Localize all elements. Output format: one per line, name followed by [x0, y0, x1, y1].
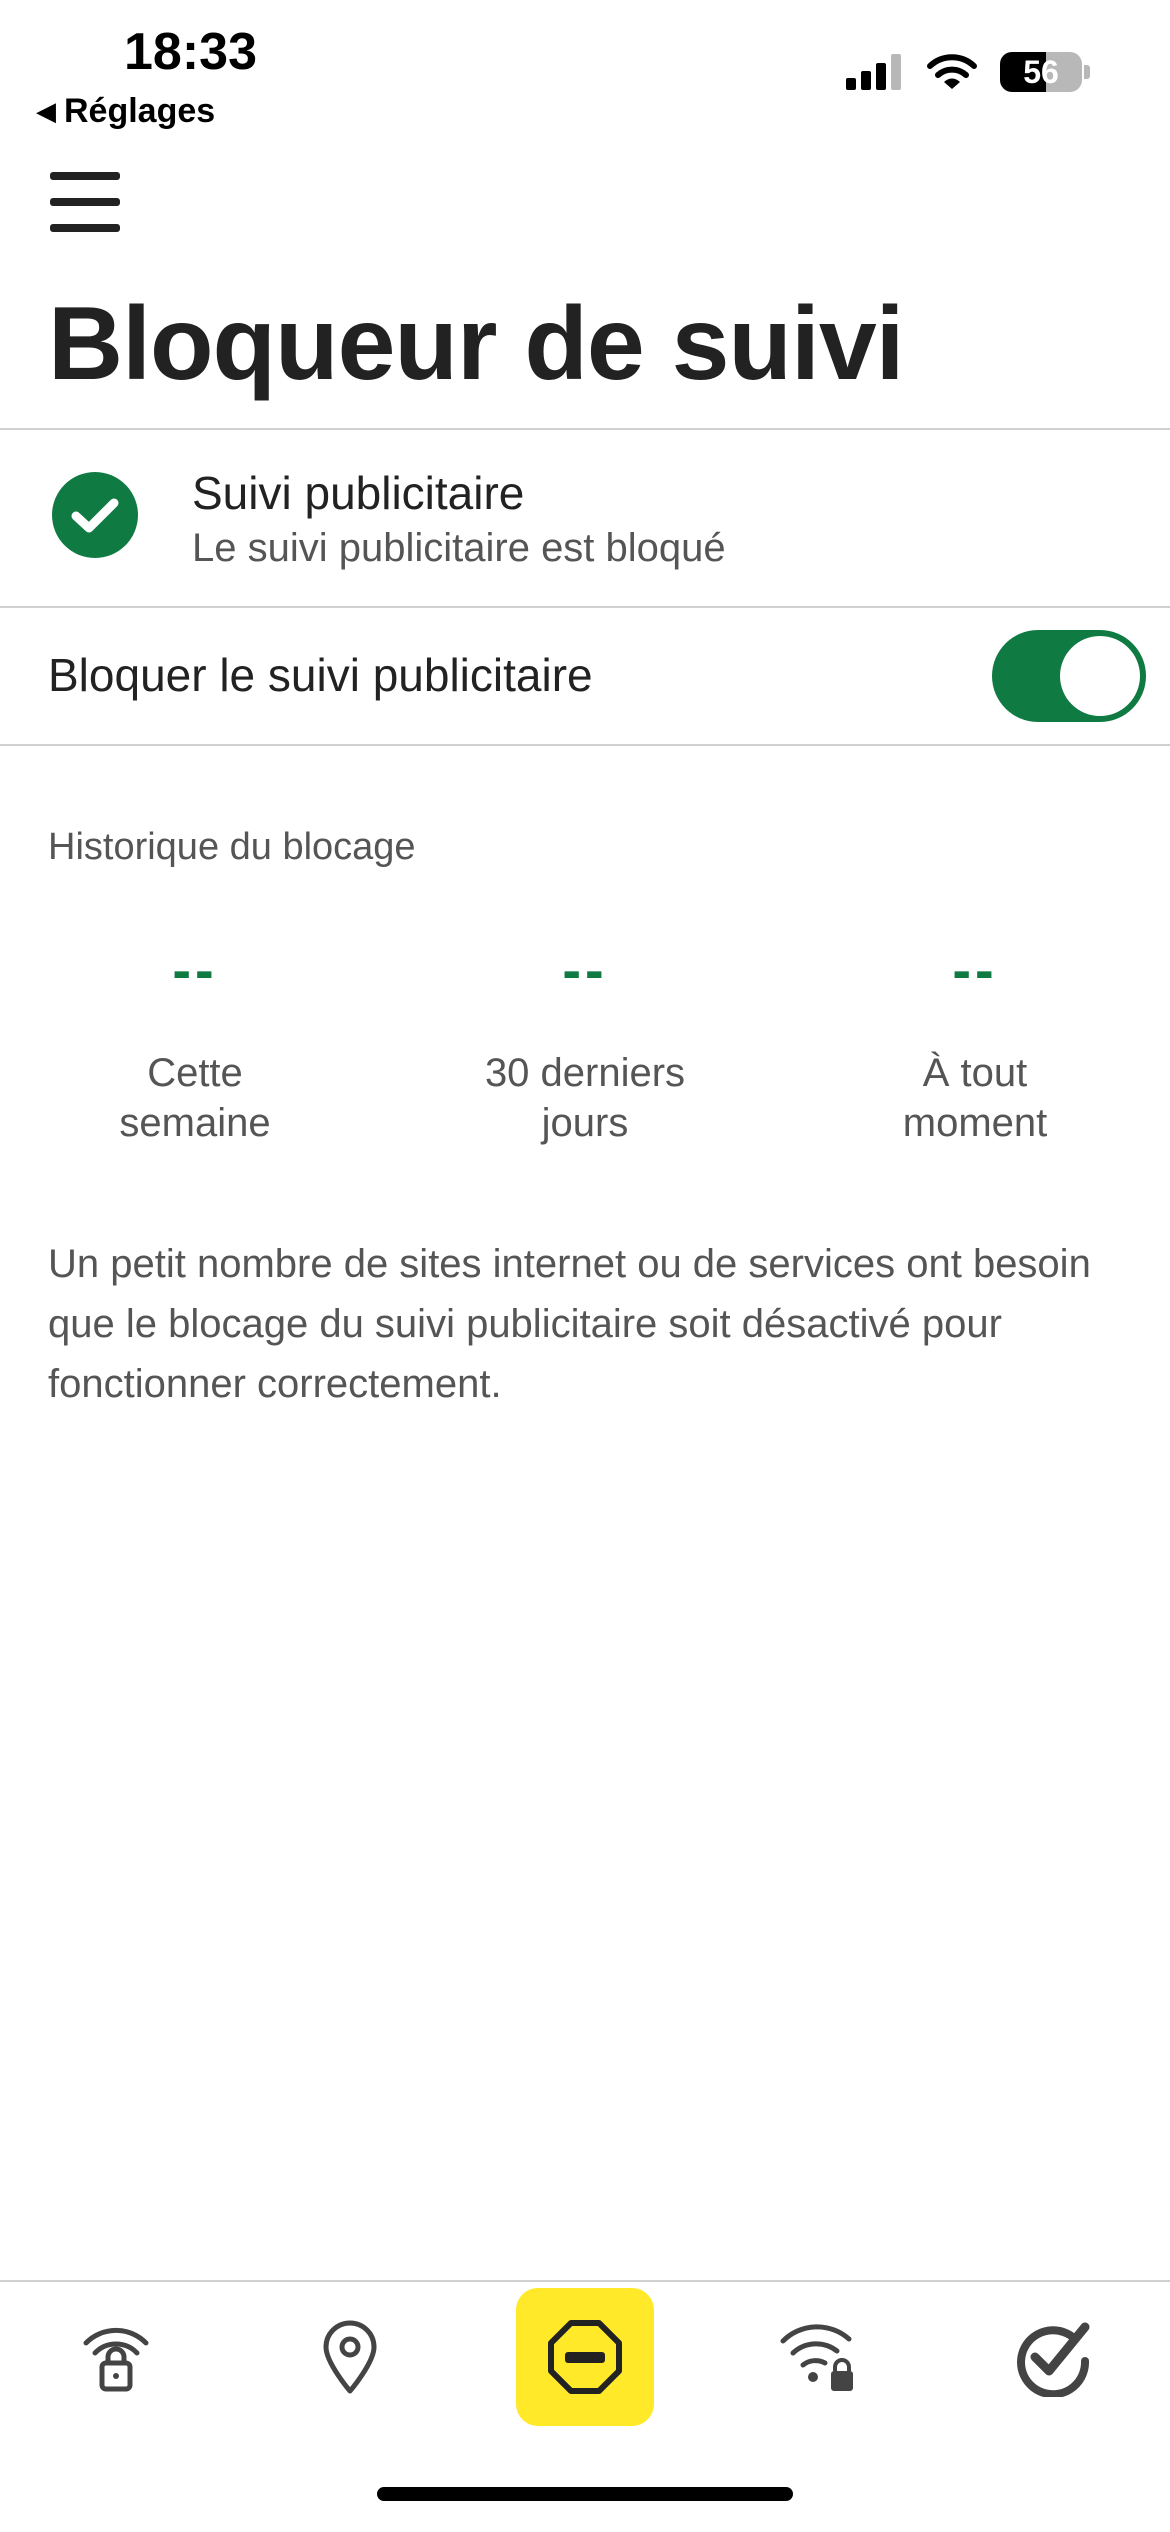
tab-norton[interactable] — [984, 2288, 1122, 2426]
stat-label: 30 derniers jours — [484, 1051, 686, 1145]
menu-line — [50, 198, 120, 206]
tab-tracker-blocker[interactable] — [516, 2288, 654, 2426]
wifi-lock-icon — [780, 2324, 853, 2391]
tab-bar — [0, 2280, 1170, 2440]
history-heading: Historique du blocage — [48, 826, 416, 868]
divider — [0, 744, 1170, 746]
stat-this-week: -- Cette semaine — [45, 940, 345, 1148]
block-ad-tracking-label: Bloquer le suivi publicitaire — [48, 649, 593, 701]
page-title: Bloqueur de suivi — [48, 286, 905, 402]
back-label: Réglages — [64, 92, 216, 130]
toggle-knob — [1060, 636, 1140, 716]
location-pin-icon — [323, 2320, 377, 2394]
stat-value: -- — [952, 938, 998, 1001]
stat-all-time: -- À tout moment — [825, 940, 1125, 1148]
battery-cap — [1084, 65, 1090, 79]
block-ad-tracking-toggle[interactable] — [992, 630, 1146, 722]
signal-icon — [846, 54, 901, 90]
secure-wifi-lock-icon — [83, 2327, 149, 2392]
page: 18:33 ◀ Réglages 56 Bloqueur de suivi Su… — [0, 0, 1170, 2532]
stat-label: Cette semaine — [119, 1051, 271, 1145]
status-title: Suivi publicitaire — [192, 467, 525, 519]
stat-label: À tout moment — [902, 1051, 1048, 1145]
block-ad-tracking-row: Bloquer le suivi publicitaire — [0, 608, 1170, 744]
hamburger-menu-icon[interactable] — [50, 172, 120, 232]
back-triangle-icon: ◀ — [36, 96, 56, 126]
tab-location[interactable] — [281, 2288, 419, 2426]
tab-wifi-security[interactable] — [750, 2288, 888, 2426]
battery-icon: 56 — [1000, 52, 1082, 92]
tab-secure-wifi[interactable] — [47, 2288, 185, 2426]
status-icons: 56 — [846, 52, 1090, 92]
menu-line — [50, 172, 120, 180]
norton-check-icon — [1017, 2322, 1090, 2397]
back-to-settings-link[interactable]: ◀ Réglages — [36, 92, 215, 131]
stat-value: -- — [562, 938, 608, 1001]
description-text: Un petit nombre de sites internet ou de … — [48, 1242, 1091, 1406]
status-subtitle: Le suivi publicitaire est bloqué — [192, 526, 726, 570]
home-indicator — [377, 2487, 793, 2501]
ad-tracking-status: Suivi publicitaire Le suivi publicitaire… — [0, 430, 1170, 606]
status-time: 18:33 — [124, 23, 257, 81]
stat-value: -- — [172, 938, 218, 1001]
wifi-icon — [927, 54, 977, 89]
menu-line — [50, 224, 120, 232]
block-stop-icon — [548, 2320, 622, 2394]
battery-level: 56 — [1023, 54, 1059, 90]
stat-last-30-days: -- 30 derniers jours — [435, 940, 735, 1148]
check-circle-icon — [52, 472, 138, 558]
